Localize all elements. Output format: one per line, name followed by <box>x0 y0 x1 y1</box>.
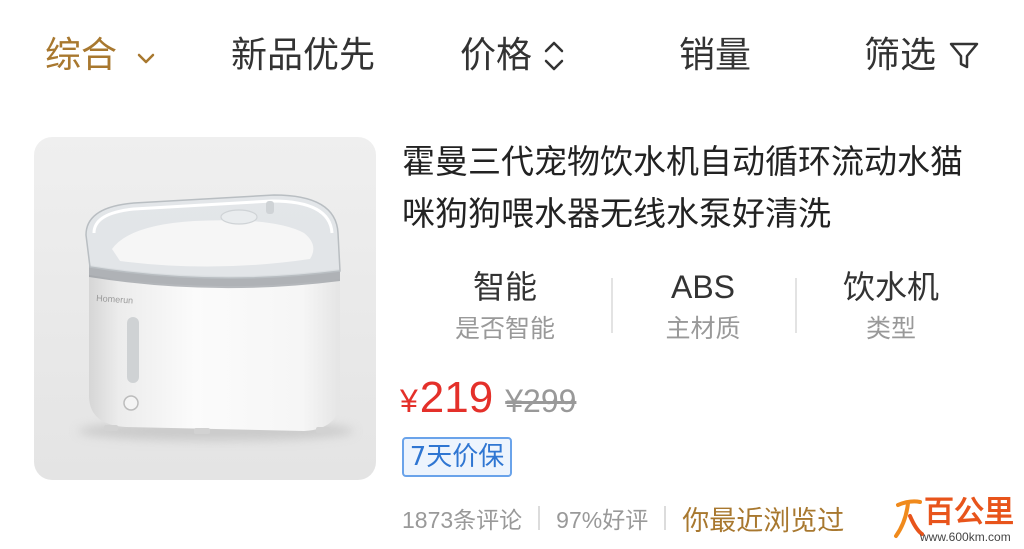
price-current: 219 <box>419 373 494 422</box>
tab-price[interactable]: 价格 <box>460 32 566 80</box>
attribute-value: 饮水机 <box>842 269 939 305</box>
review-count: 1873条评论 <box>402 507 523 533</box>
product-image[interactable]: Homerun <box>34 137 376 480</box>
tab-newest[interactable]: 新品优先 <box>231 32 375 80</box>
price-protection-badge: 7天价保 <box>402 437 512 477</box>
price-original: ¥299 <box>505 383 577 419</box>
watermark-url: www.600km.com <box>920 530 1011 544</box>
pet-water-fountain-photo: Homerun <box>34 137 376 480</box>
filter-icon <box>949 42 979 69</box>
product-stats: 1873条评论 97%好评 你最近浏览过 <box>402 500 844 536</box>
watermark-name: 百公里 <box>924 495 1014 530</box>
attribute-smart: 智能 是否智能 <box>405 265 605 346</box>
sort-bar: 综合 新品优先 价格 销量 筛选 <box>0 0 1024 110</box>
tab-sales[interactable]: 销量 <box>679 32 751 80</box>
product-title[interactable]: 霍曼三代宠物饮水机自动循环流动水猫咪狗狗喂水器无线水泵好清洗 <box>402 136 977 240</box>
tab-sales-label: 销量 <box>679 35 752 76</box>
attribute-type: 饮水机 类型 <box>791 265 991 346</box>
stats-divider <box>538 506 541 530</box>
attribute-value: 智能 <box>472 269 537 305</box>
stats-divider <box>664 506 667 530</box>
tab-comprehensive[interactable]: 综合 <box>45 32 155 80</box>
attribute-label: 主材质 <box>665 314 741 343</box>
product-card[interactable]: Homerun 霍曼三代宠物饮水机自动循环流动水猫咪狗狗喂水器无线水泵好清洗 智… <box>0 120 1024 536</box>
attribute-label: 是否智能 <box>454 314 555 343</box>
tab-newest-label: 新品优先 <box>231 35 376 76</box>
positive-rate: 97%好评 <box>556 507 649 533</box>
recently-viewed-tag: 你最近浏览过 <box>682 505 845 536</box>
price: ¥ 219 ¥299 <box>400 373 576 425</box>
tab-price-label: 价格 <box>460 35 533 76</box>
watermark: 百公里 www.600km.com <box>892 494 1022 546</box>
sort-arrows-icon <box>544 41 564 71</box>
attribute-value: ABS <box>670 269 736 305</box>
tab-comprehensive-label: 综合 <box>45 35 118 76</box>
attribute-label: 类型 <box>865 314 916 343</box>
chevron-down-icon <box>137 53 155 64</box>
tab-filter-label: 筛选 <box>864 35 937 76</box>
tab-filter[interactable]: 筛选 <box>864 32 980 80</box>
price-currency: ¥ <box>400 383 418 419</box>
attribute-material: ABS 主材质 <box>603 265 803 346</box>
